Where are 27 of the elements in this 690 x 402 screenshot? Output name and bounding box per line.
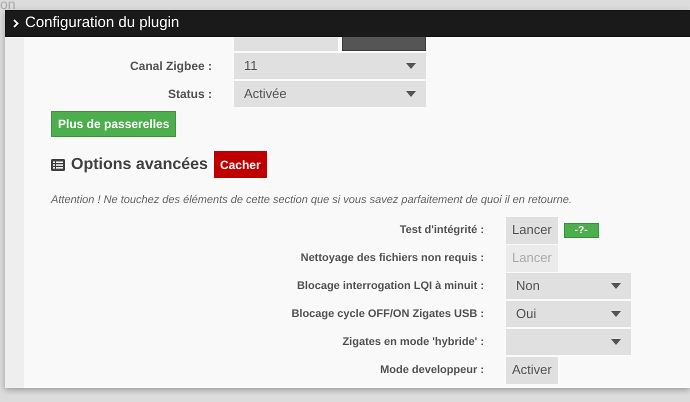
warning-text: Attention ! Ne touchez des éléments de cette section que si vous savez parfaitement de quoi il en retourne. bbox=[50, 193, 573, 208]
caret-icon bbox=[611, 311, 621, 317]
status-badge: -?- bbox=[564, 222, 599, 238]
caret-icon bbox=[406, 91, 416, 97]
select-field[interactable]: Oui bbox=[506, 301, 631, 327]
option-label: Zigates en mode 'hybride' : bbox=[341, 334, 484, 350]
caret-icon bbox=[406, 63, 416, 69]
chevron-icon bbox=[13, 19, 19, 28]
option-label: Blocage interrogation LQI à minuit : bbox=[296, 278, 484, 294]
caret-icon bbox=[611, 339, 621, 345]
select-field[interactable]: Activée bbox=[234, 81, 426, 107]
field-label: Status : bbox=[166, 86, 212, 103]
option-label: Blocage cycle OFF/ON Zigates USB : bbox=[290, 306, 484, 322]
caret-icon bbox=[611, 283, 621, 289]
field-label: Canal Zigbee : bbox=[128, 58, 212, 75]
action-button[interactable]: Activer bbox=[506, 356, 558, 384]
list-icon bbox=[51, 158, 65, 170]
action-button[interactable]: Lancer bbox=[506, 216, 558, 244]
section-title: Options avancées bbox=[71, 154, 208, 174]
select-field[interactable] bbox=[506, 329, 631, 355]
select-field[interactable]: Non bbox=[506, 273, 631, 299]
select-field[interactable]: 11 bbox=[234, 53, 426, 79]
panel-title: Configuration du plugin bbox=[25, 13, 180, 34]
option-label: Mode developpeur : bbox=[379, 362, 484, 378]
option-label: Test d'intégrité : bbox=[398, 222, 484, 238]
hide-button[interactable]: Cacher bbox=[214, 151, 267, 178]
option-label: Nettoyage des fichiers non requis : bbox=[300, 250, 484, 266]
